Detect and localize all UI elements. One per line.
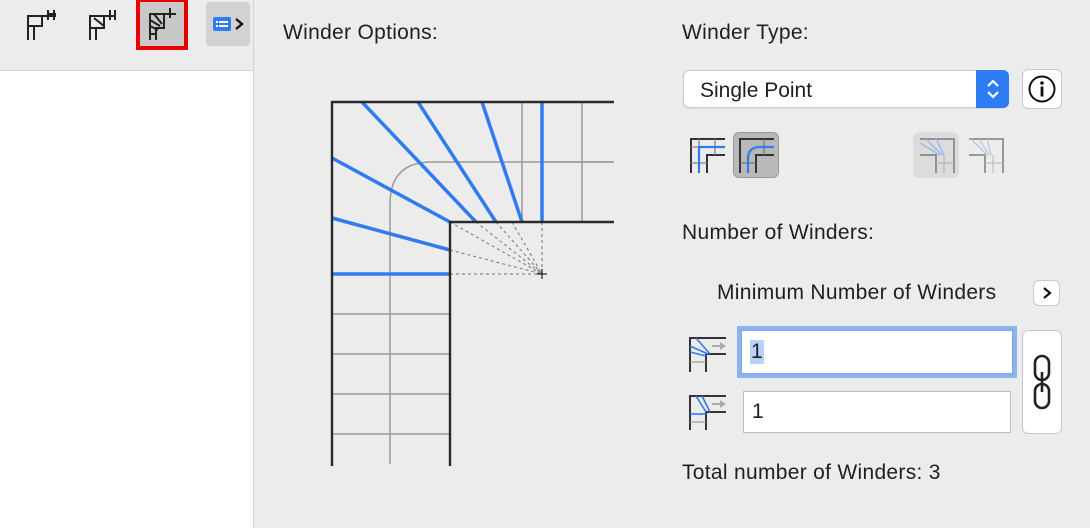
minimum-winders-arrow-button[interactable] [1033, 280, 1060, 306]
winder-type-1-icon [690, 138, 725, 173]
info-button[interactable] [1022, 69, 1062, 109]
up-down-chevron-icon [986, 79, 999, 99]
winder-type-3-button[interactable] [913, 132, 959, 178]
first-winders-input[interactable]: 1 [741, 330, 1013, 374]
winder-first-flight-icon [689, 337, 726, 372]
number-of-winders-title: Number of Winders: [682, 221, 875, 244]
chain-link-icon [1033, 354, 1051, 410]
winder-settings-window: Winder Options: Winder Type: Single Poin… [0, 0, 1090, 528]
winder-type-value: Single Point [700, 79, 813, 102]
panel-menu-button[interactable] [206, 2, 250, 46]
winder-second-flight-icon [689, 395, 726, 430]
minimum-winders-label: Minimum Number of Winders [717, 281, 997, 304]
second-winders-value: 1 [752, 400, 764, 423]
landing-stair-icon [89, 10, 116, 40]
total-winders-label: Total number of Winders: 3 [682, 461, 941, 484]
winder-type-select[interactable]: Single Point [683, 70, 1009, 108]
straight-stair-icon [27, 10, 56, 40]
stair-type-toolbar [0, 0, 253, 71]
winder-type-2-icon [739, 138, 774, 173]
chevron-right-icon [1042, 287, 1052, 299]
second-winders-input[interactable]: 1 [743, 391, 1011, 433]
straight-stair-button[interactable] [20, 2, 64, 46]
winder-stair-icon [149, 8, 176, 40]
chevron-right-icon [235, 18, 244, 30]
winder-type-1-button[interactable] [684, 132, 730, 178]
winder-options-title: Winder Options: [283, 21, 439, 44]
winder-type-3-icon [919, 138, 955, 173]
winder-type-2-button[interactable] [733, 132, 779, 178]
winder-options-diagram [330, 100, 614, 466]
panel-list-icon [213, 17, 231, 31]
winder-type-4-icon [969, 138, 1004, 173]
landing-stair-button[interactable] [80, 2, 124, 46]
link-values-button[interactable] [1022, 330, 1062, 434]
winder-type-title: Winder Type: [682, 21, 809, 44]
winder-stair-button[interactable] [140, 2, 184, 46]
winder-type-4-button[interactable] [962, 132, 1008, 178]
first-winders-value: 1 [750, 340, 764, 364]
info-icon [1028, 75, 1056, 103]
select-stepper[interactable] [976, 70, 1009, 108]
left-panel [0, 0, 254, 528]
